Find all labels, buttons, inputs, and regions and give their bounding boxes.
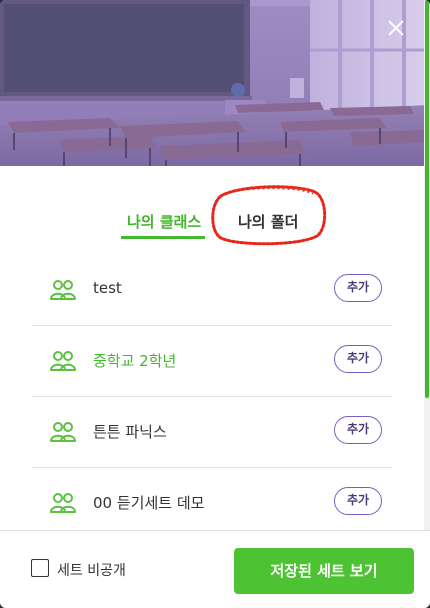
tab-my-class[interactable]: 나의 클래스: [127, 211, 201, 232]
scrollbar-thumb[interactable]: [425, 0, 429, 398]
list-item: 00 듣기세트 데모 추가: [32, 468, 392, 538]
red-annotation-circle: [211, 185, 327, 246]
add-button[interactable]: 추가: [334, 416, 382, 444]
class-name: 튼튼 파닉스: [93, 423, 167, 441]
class-name: test: [93, 279, 122, 297]
class-list: test 추가 중학교 2학년 추가 튼튼 파닉스 추가 00 듣기세트 데모 …: [32, 255, 392, 538]
active-tab-indicator: [121, 236, 205, 239]
list-item: 튼튼 파닉스 추가: [32, 397, 392, 468]
class-name: 00 듣기세트 데모: [93, 494, 205, 512]
classroom-banner-image: [0, 0, 430, 166]
scrollbar-track[interactable]: [424, 0, 430, 530]
private-checkbox-label[interactable]: 세트 비공개: [57, 560, 126, 580]
private-checkbox[interactable]: [31, 559, 49, 577]
group-icon: [50, 422, 76, 442]
list-item: 중학교 2학년 추가: [32, 326, 392, 397]
add-button[interactable]: 추가: [334, 274, 382, 302]
group-icon: [50, 280, 76, 300]
view-saved-sets-button[interactable]: 저장된 세트 보기: [234, 548, 414, 594]
class-name: 중학교 2학년: [93, 352, 177, 370]
save-set-modal: 나의 클래스 나의 폴더 test 추가 중학교 2학년 추가 튼튼 파닉스 추…: [0, 0, 430, 608]
add-button[interactable]: 추가: [334, 487, 382, 515]
close-icon[interactable]: [386, 18, 406, 38]
add-button[interactable]: 추가: [334, 345, 382, 373]
group-icon: [50, 493, 76, 513]
list-item: test 추가: [32, 255, 392, 326]
header-banner: [0, 0, 430, 166]
group-icon: [50, 351, 76, 371]
modal-footer: 세트 비공개 저장된 세트 보기: [0, 530, 430, 608]
